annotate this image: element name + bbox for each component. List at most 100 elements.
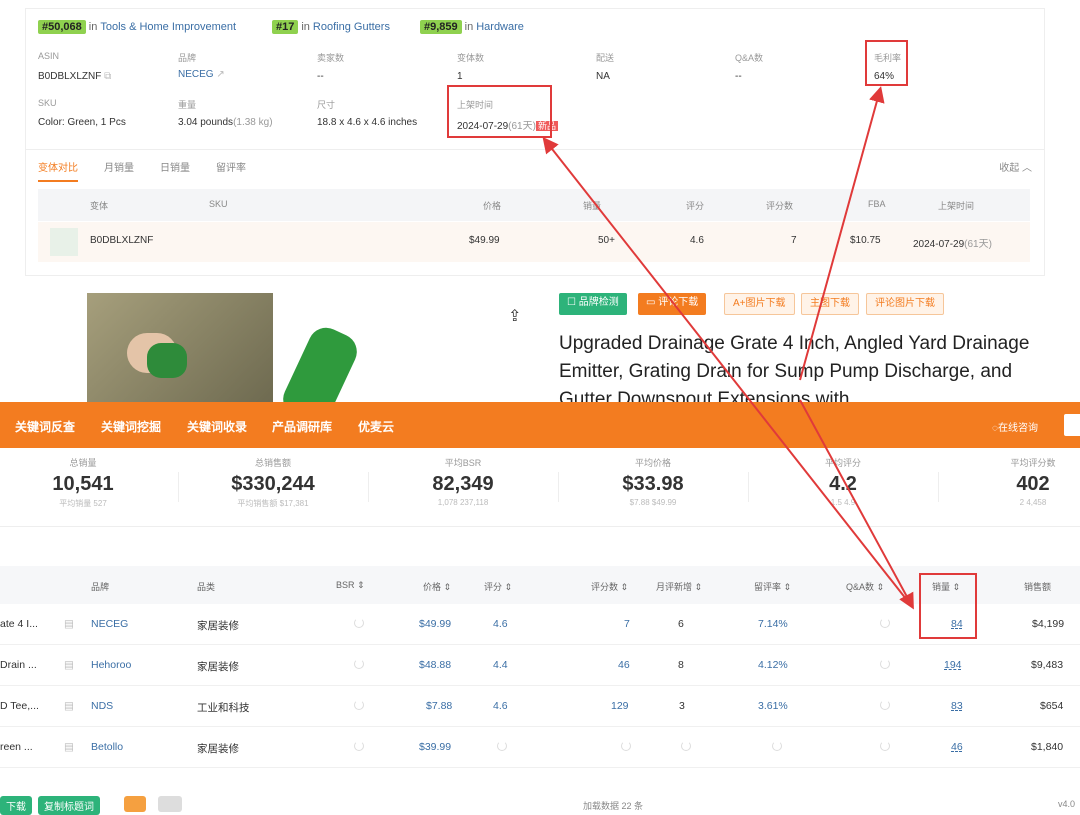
row-product-name[interactable]: ate 4 I... (0, 618, 38, 630)
aplus-download-button[interactable]: A+图片下载 (724, 293, 795, 315)
nav-product-research[interactable]: 产品调研库 (272, 418, 332, 435)
review-image-download-button[interactable]: 评论图片下载 (866, 293, 944, 315)
col-price[interactable]: 价格 ⇕ (423, 580, 451, 593)
loading-icon (354, 618, 364, 631)
flag-icon[interactable] (1064, 414, 1080, 436)
col-new-reviews[interactable]: 月评新增 ⇕ (656, 580, 702, 593)
col-rating-count-label: 评分数 (591, 582, 619, 592)
row-sales[interactable]: 83 (951, 700, 963, 712)
review-download-button[interactable]: ▭ 评论下载 (638, 293, 707, 315)
highlight-listed-date (447, 85, 552, 138)
rank-badge: #17 (272, 20, 299, 34)
variant-tabs: 变体对比 月销量 日销量 留评率 (38, 159, 272, 182)
stat-title: 平均BSR (444, 458, 482, 468)
table-row[interactable]: Drain ... ▤ Hehoroo 家居装修 $48.88 4.4 46 8… (0, 645, 1080, 686)
col-revenue[interactable]: 销售额 (1024, 580, 1051, 593)
stat-avg-bsr: 平均BSR 82,349 1,078 237,118 (408, 456, 518, 507)
row-sales[interactable]: 46 (951, 741, 963, 753)
doc-icon[interactable]: ▤ (64, 741, 74, 753)
tab-monthly-sales[interactable]: 月销量 (104, 163, 134, 174)
stat-value: $330,244 (231, 473, 315, 495)
nav-youmaiyun[interactable]: 优麦云 (358, 418, 394, 435)
collapse-button[interactable]: 收起 ︿ (999, 159, 1032, 174)
col-qa[interactable]: Q&A数 ⇕ (846, 580, 884, 593)
row-category: 工业和科技 (197, 702, 250, 714)
col-review-rate[interactable]: 留评率 ⇕ (754, 580, 791, 593)
divider (368, 472, 369, 502)
stat-total-sales: 总销量 10,541 平均销量 527 (33, 456, 133, 509)
brand-value[interactable]: NECEG ↗ (178, 69, 225, 80)
download-icon: ▭ (646, 297, 656, 308)
stat-avg-rating-count: 平均评分数 402 2 4,458 (986, 456, 1080, 507)
nav-keyword-reverse[interactable]: 关键词反查 (15, 418, 75, 435)
footer-bar: 下载 复制标题词 加载数据 22 条 v4.0 (0, 790, 1080, 815)
row-rating-count: 129 (611, 700, 629, 712)
table-row[interactable]: ate 4 I... ▤ NECEG 家居装修 $49.99 4.6 7 6 7… (0, 604, 1080, 645)
row-brand[interactable]: Hehoroo (91, 659, 131, 671)
row-brand[interactable]: NDS (91, 700, 113, 712)
table-row[interactable]: reen ... ▤ Betollo 家居装修 $39.99 46 $1,840 (0, 727, 1080, 768)
col-bsr[interactable]: BSR ⇕ (336, 580, 365, 591)
external-link-icon[interactable]: ↗ (216, 69, 224, 80)
size-label: 尺寸 (317, 100, 336, 110)
rank-category-link[interactable]: Tools & Home Improvement (100, 21, 236, 33)
row-rating-count: 46 (618, 659, 630, 671)
variants-value: 1 (457, 71, 463, 82)
col-rating-count[interactable]: 评分数 (766, 199, 793, 212)
row-sales[interactable]: 194 (944, 659, 962, 671)
stat-value: 402 (1016, 473, 1050, 495)
asin-label: ASIN (38, 51, 60, 61)
doc-icon[interactable]: ▤ (64, 659, 74, 671)
brand-check-button[interactable]: ☐ 品牌检测 (559, 293, 627, 315)
stat-title: 平均评分 (824, 458, 861, 468)
tab-review-rate[interactable]: 留评率 (216, 163, 246, 174)
doc-icon[interactable]: ▤ (64, 618, 74, 630)
stat-sub: $7.88 $49.99 (629, 498, 677, 507)
tab-variant-compare[interactable]: 变体对比 (38, 163, 78, 182)
download-button[interactable]: 下载 (0, 796, 32, 815)
col-rating[interactable]: 评分 (686, 199, 704, 212)
tab-daily-sales[interactable]: 日销量 (160, 163, 190, 174)
product-title: Upgraded Drainage Grate 4 Inch, Angled Y… (559, 333, 1030, 402)
collapse-label: 收起 (999, 163, 1020, 174)
rank-category-link[interactable]: Roofing Gutters (313, 21, 390, 33)
doc-icon[interactable]: ▤ (64, 700, 74, 712)
size-value: 18.8 x 4.6 x 4.6 inches (317, 117, 418, 128)
consult-link[interactable]: ◌在线咨询 (992, 419, 1038, 434)
row-category: 家居装修 (197, 661, 239, 673)
rank-in: in (301, 21, 310, 33)
qa-label: Q&A数 (735, 53, 764, 63)
variant-row[interactable]: B0DBLXLZNF $49.99 50+ 4.6 7 $10.75 2024-… (38, 222, 1030, 262)
table-row[interactable]: D Tee,... ▤ NDS 工业和科技 $7.88 4.6 129 3 3.… (0, 686, 1080, 727)
share-icon[interactable]: ⇪ (508, 306, 521, 326)
chevron-up-icon: ︿ (1022, 163, 1032, 174)
stat-title: 平均价格 (634, 458, 671, 468)
variant-table-header: 变体 SKU 价格 销量 评分 评分数 FBA 上架时间 (38, 189, 1030, 221)
copy-title-words-button[interactable]: 复制标题词 (38, 796, 100, 815)
loading-icon (354, 659, 364, 672)
row-new-reviews: 3 (679, 700, 685, 712)
row-product-name[interactable]: reen ... (0, 741, 33, 753)
variant-sales: 50+ (598, 235, 615, 246)
col-rating[interactable]: 评分 ⇕ (484, 580, 512, 593)
row-revenue: $1,840 (1031, 741, 1064, 753)
row-price: $48.88 (419, 659, 452, 671)
col-listed[interactable]: 上架时间 (938, 199, 974, 212)
row-brand[interactable]: NECEG (91, 618, 128, 630)
row-product-name[interactable]: D Tee,... (0, 700, 39, 712)
nav-keyword-indexing[interactable]: 关键词收录 (187, 418, 247, 435)
main-image-download-button[interactable]: 主图下载 (801, 293, 859, 315)
divider (26, 149, 1044, 150)
row-brand[interactable]: Betollo (91, 741, 123, 753)
rank-category-link[interactable]: Hardware (476, 21, 524, 33)
copy-icon[interactable]: ⧉ (104, 71, 111, 82)
row-new-reviews: 6 (678, 618, 684, 630)
qa-value: -- (735, 71, 742, 82)
row-price: $39.99 (419, 741, 452, 753)
row-product-name[interactable]: Drain ... (0, 659, 37, 671)
col-rating-count[interactable]: 评分数 ⇕ (591, 580, 628, 593)
brand-text[interactable]: NECEG (178, 69, 214, 80)
col-sales[interactable]: 销量 (583, 199, 601, 212)
nav-keyword-mining[interactable]: 关键词挖掘 (101, 418, 161, 435)
col-new-reviews-label: 月评新增 (656, 582, 693, 592)
